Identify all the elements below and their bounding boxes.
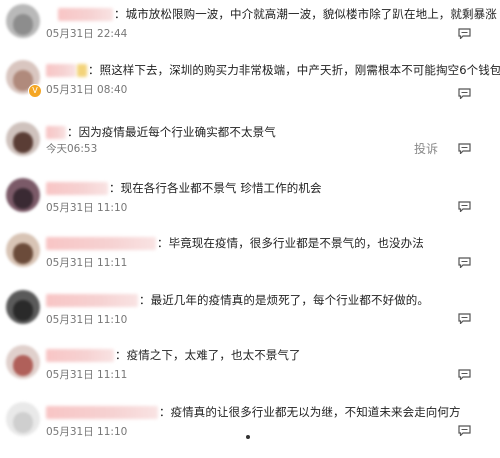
comment-text: ：疫情之下，太难了，也太不景气了	[115, 348, 301, 362]
comment-reply-icon[interactable]	[458, 313, 471, 324]
avatar[interactable]	[6, 4, 40, 38]
avatar[interactable]	[6, 345, 40, 379]
scroll-indicator-dot	[246, 435, 250, 439]
comment-time: 05月31日 11:11	[46, 369, 128, 381]
comment-text: ：疫情真的让很多行业都无以为继，不知道未来会走向何方	[159, 405, 461, 419]
comment-text: ：最近几年的疫情真的是烦死了，每个行业都不好做的。	[139, 293, 429, 307]
comment-reply-icon[interactable]	[458, 257, 471, 268]
comment-time: 05月31日 11:10	[46, 426, 128, 438]
avatar[interactable]	[6, 290, 40, 324]
comment-item: V ：照这样下去，深圳的购买力非常极端，中产天折，刚需根本不可能掏空6个钱包 0…	[0, 56, 500, 116]
comment-item: ：最近几年的疫情真的是烦死了，每个行业都不好做的。 05月31日 11:10	[0, 286, 500, 346]
avatar[interactable]	[6, 402, 40, 436]
comment-time: 今天06:53	[46, 143, 98, 155]
comment-item: ：毕竟现在疫情，很多行业都是不景气的，也没办法 05月31日 11:11	[0, 229, 500, 289]
report-button[interactable]: 投诉	[414, 140, 438, 157]
username-blurred[interactable]	[58, 7, 113, 21]
comment-text: ：因为疫情最近每个行业确实都不太景气	[67, 125, 276, 139]
comment-reply-icon[interactable]	[458, 28, 471, 39]
comment-reply-icon[interactable]	[458, 425, 471, 436]
comment-text: ：城市放松限购一波，中介就高潮一波，貌似楼市除了趴在地上，就剩暴涨	[114, 7, 497, 21]
username-blurred[interactable]	[46, 293, 138, 307]
avatar[interactable]	[6, 178, 40, 212]
comment-time: 05月31日 08:40	[46, 84, 128, 96]
avatar[interactable]	[6, 122, 40, 156]
comment-text: ：照这样下去，深圳的购买力非常极端，中产天折，刚需根本不可能掏空6个钱包	[88, 63, 500, 77]
comment-time: 05月31日 22:44	[46, 28, 128, 40]
comment-time: 05月31日 11:11	[46, 257, 128, 269]
username-blurred[interactable]	[46, 405, 158, 419]
username-blurred[interactable]	[46, 348, 114, 362]
avatar[interactable]	[6, 233, 40, 267]
username-blurred[interactable]	[46, 125, 66, 139]
comment-time: 05月31日 11:10	[46, 202, 128, 214]
comment-item: ：现在各行各业都不景气 珍惜工作的机会 05月31日 11:10	[0, 174, 500, 234]
username-blurred[interactable]	[46, 236, 156, 250]
comment-text: ：现在各行各业都不景气 珍惜工作的机会	[109, 181, 322, 195]
username-blurred[interactable]	[46, 63, 76, 77]
username-blurred[interactable]	[46, 181, 108, 195]
comment-reply-icon[interactable]	[458, 201, 471, 212]
comment-reply-icon[interactable]	[458, 369, 471, 380]
comment-item: ：疫情真的让很多行业都无以为继，不知道未来会走向何方 05月31日 11:10	[0, 398, 500, 458]
comment-reply-icon[interactable]	[458, 143, 471, 154]
comment-item: ：疫情之下，太难了，也太不景气了 05月31日 11:11	[0, 341, 500, 401]
comment-reply-icon[interactable]	[458, 88, 471, 99]
verified-badge-icon: V	[28, 84, 42, 98]
comment-time: 05月31日 11:10	[46, 314, 128, 326]
comment-text: ：毕竟现在疫情，很多行业都是不景气的，也没办法	[157, 236, 424, 250]
username-blurred-highlight	[77, 63, 87, 77]
comment-item: ：城市放松限购一波，中介就高潮一波，貌似楼市除了趴在地上，就剩暴涨 05月31日…	[0, 0, 500, 60]
